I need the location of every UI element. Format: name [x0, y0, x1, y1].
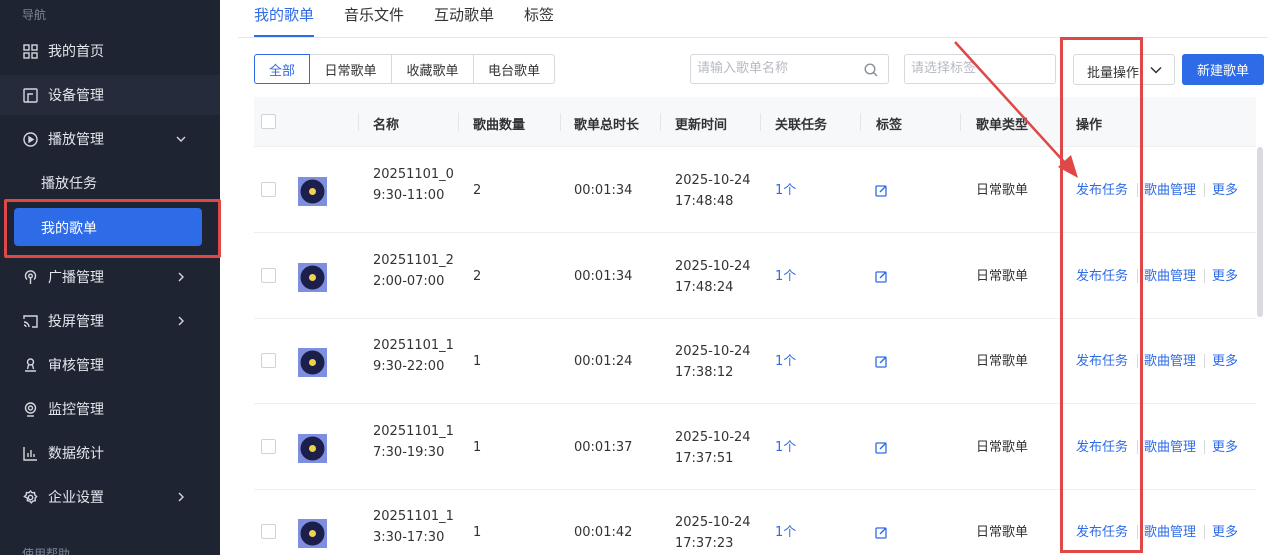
- annotation-arrow: [954, 41, 1078, 178]
- app-root: 导航 我的首页 设备管理 播放管理 播放任务 我的歌单 广播管理 投屏管理 审核…: [0, 0, 1268, 555]
